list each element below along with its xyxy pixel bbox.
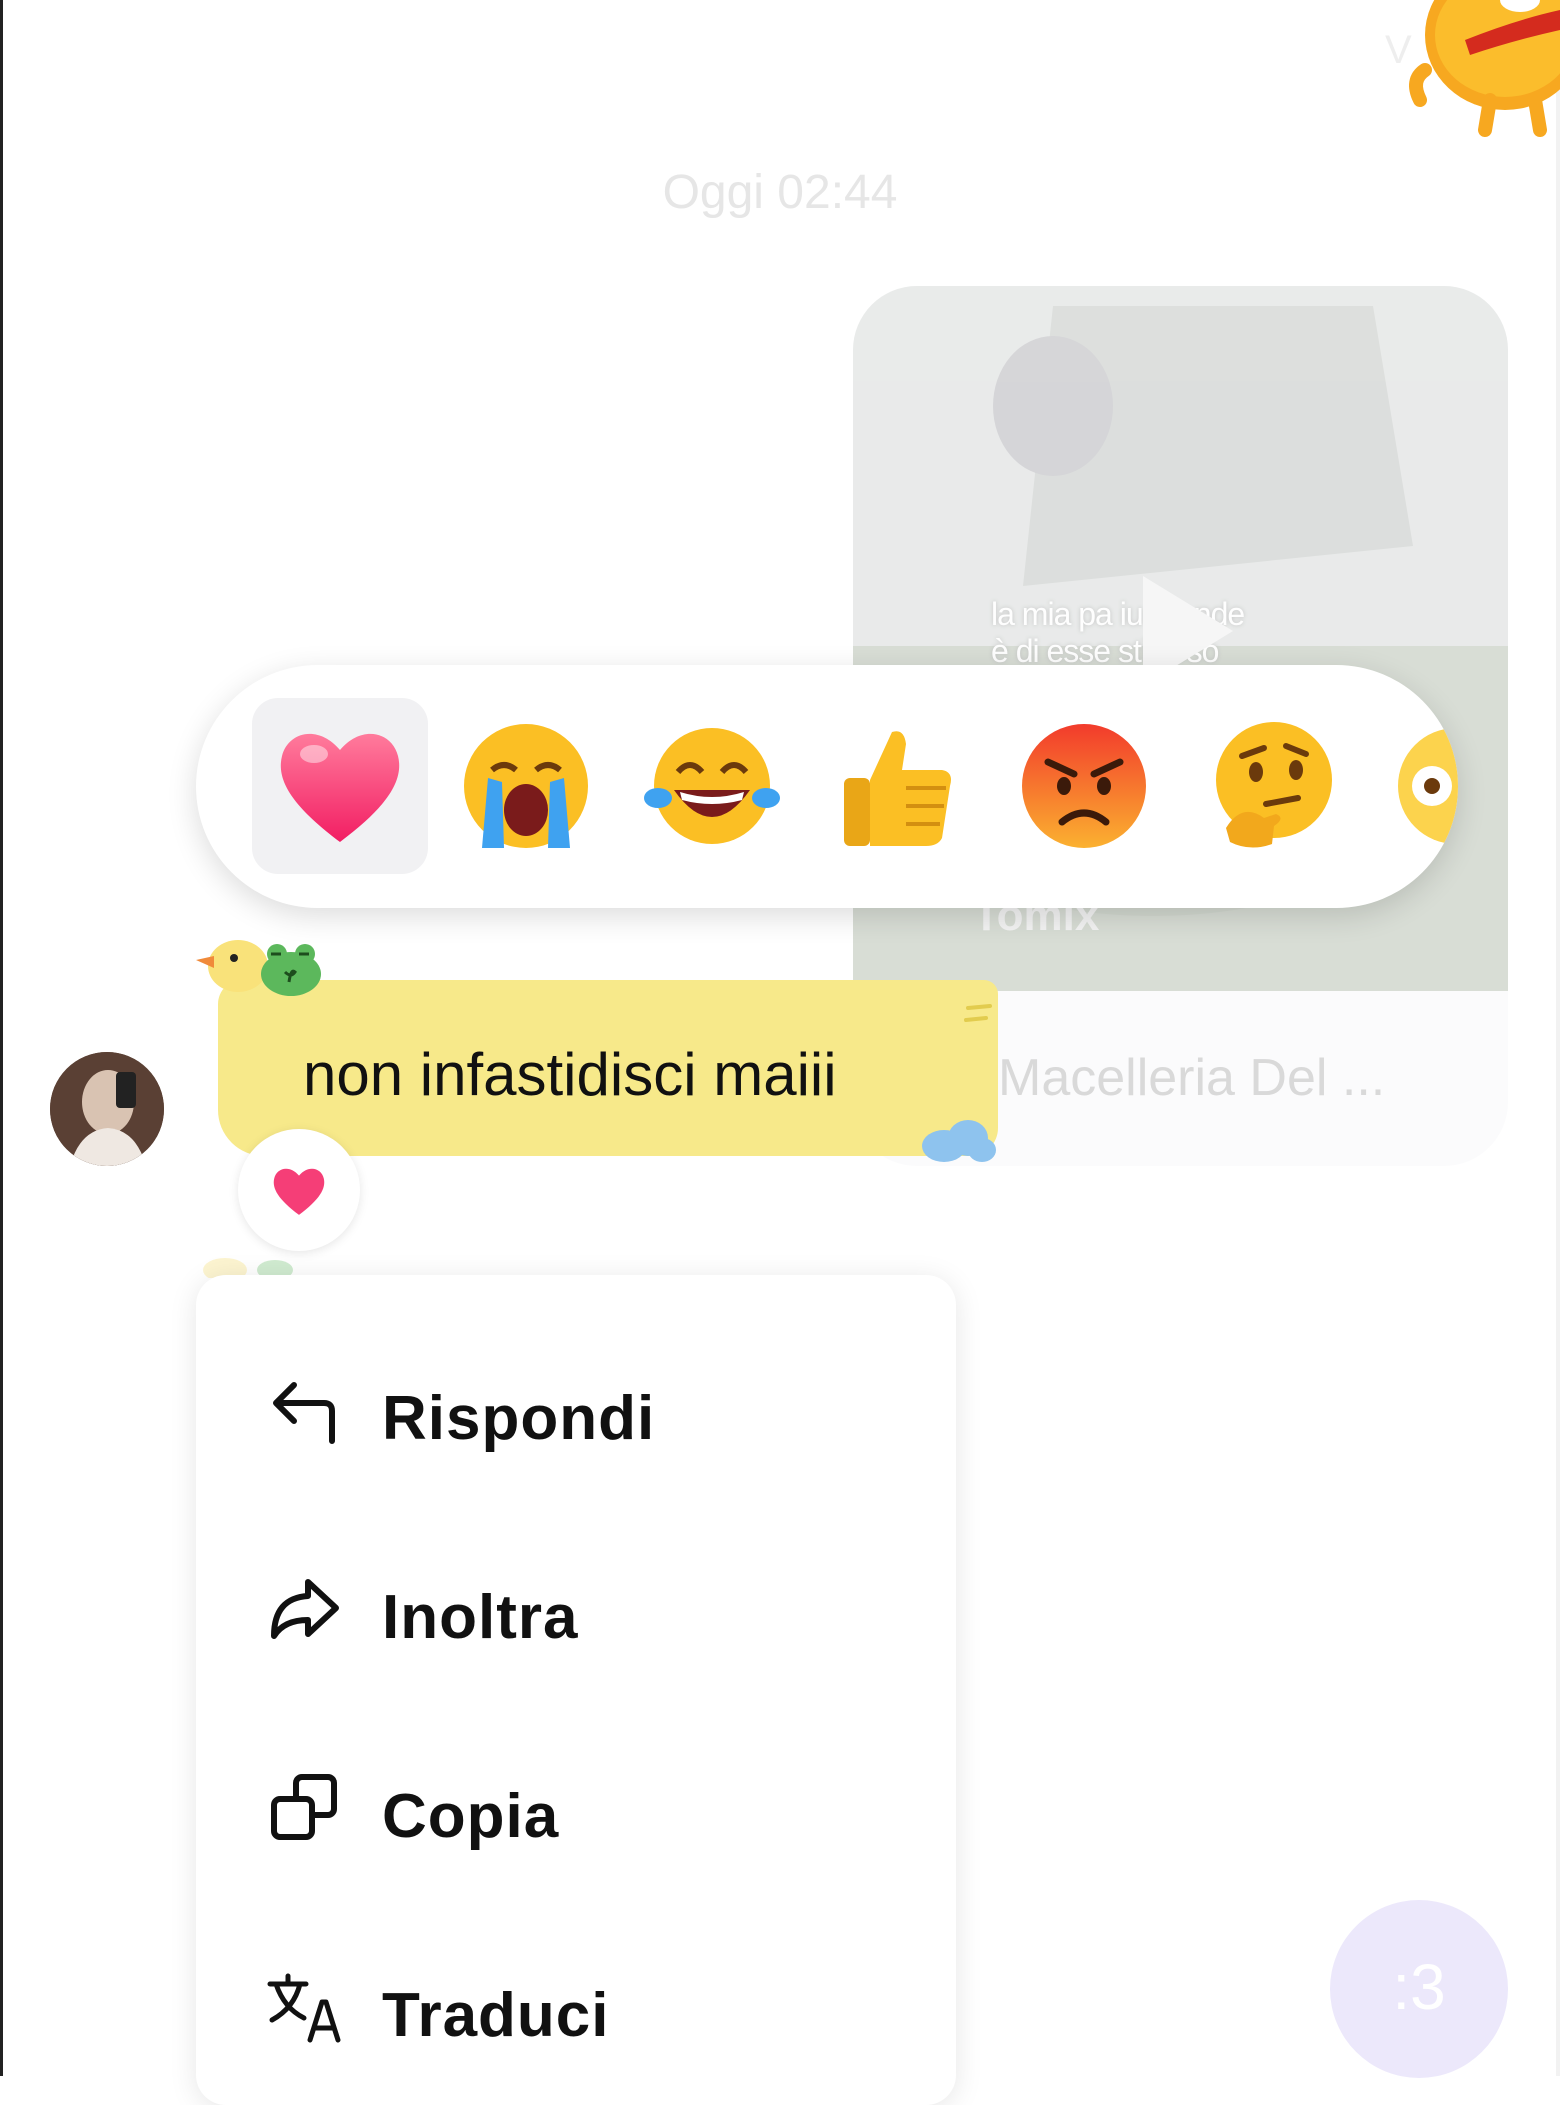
cloud-sticker-icon bbox=[922, 1120, 996, 1162]
thinking-face-icon[interactable] bbox=[1202, 718, 1338, 854]
menu-item-translate[interactable]: Traduci bbox=[196, 1932, 956, 2082]
angry-face-icon[interactable] bbox=[1016, 718, 1152, 854]
screen-edge bbox=[0, 0, 3, 2076]
bubble-sparkle-icon bbox=[964, 1004, 992, 1022]
menu-item-reply[interactable]: Rispondi bbox=[196, 1335, 956, 1485]
frog-sticker-icon bbox=[261, 944, 321, 996]
faded-sticker-icon bbox=[203, 1258, 293, 1278]
message-text: non infastidisci maiii bbox=[303, 1041, 837, 1108]
reply-icon bbox=[273, 1382, 335, 1444]
menu-label-translate: Traduci bbox=[382, 1981, 610, 2050]
menu-label-forward: Inoltra bbox=[382, 1583, 579, 1652]
menu-label-copy: Copia bbox=[382, 1782, 560, 1851]
mascot-sticker bbox=[1409, 0, 1560, 137]
loudly-crying-face-icon[interactable] bbox=[458, 718, 594, 854]
heart-emoji-icon[interactable] bbox=[272, 718, 408, 854]
thumbs-up-icon[interactable] bbox=[830, 718, 966, 854]
partial-face-icon[interactable] bbox=[1388, 718, 1458, 854]
face-with-tears-of-joy-icon[interactable] bbox=[644, 718, 780, 854]
reaction-bar bbox=[196, 665, 1458, 908]
message-timestamp: Oggi 02:44 bbox=[662, 166, 898, 219]
message-bubble[interactable]: non infastidisci maiii bbox=[218, 980, 998, 1156]
sticker-fab-button[interactable]: :3 bbox=[1330, 1900, 1508, 2078]
fab-label: :3 bbox=[1392, 1951, 1446, 2023]
avatar[interactable] bbox=[50, 1052, 164, 1166]
video-title[interactable]: Macelleria Del ... bbox=[998, 1048, 1385, 1108]
menu-label-reply: Rispondi bbox=[382, 1384, 656, 1453]
message-context-menu: Rispondi Inoltra Copia Traduci bbox=[196, 1275, 956, 2105]
message-reaction-badge[interactable] bbox=[238, 1129, 360, 1251]
menu-item-forward[interactable]: Inoltra bbox=[196, 1534, 956, 1684]
menu-item-copy[interactable]: Copia bbox=[196, 1733, 956, 1883]
heart-icon bbox=[273, 1168, 325, 1215]
avatar-photo bbox=[50, 1052, 164, 1166]
screen-edge-right bbox=[1556, 0, 1560, 2076]
forward-icon bbox=[271, 1579, 339, 1639]
copy-icon bbox=[271, 1774, 337, 1840]
translate-icon bbox=[267, 1973, 341, 2043]
